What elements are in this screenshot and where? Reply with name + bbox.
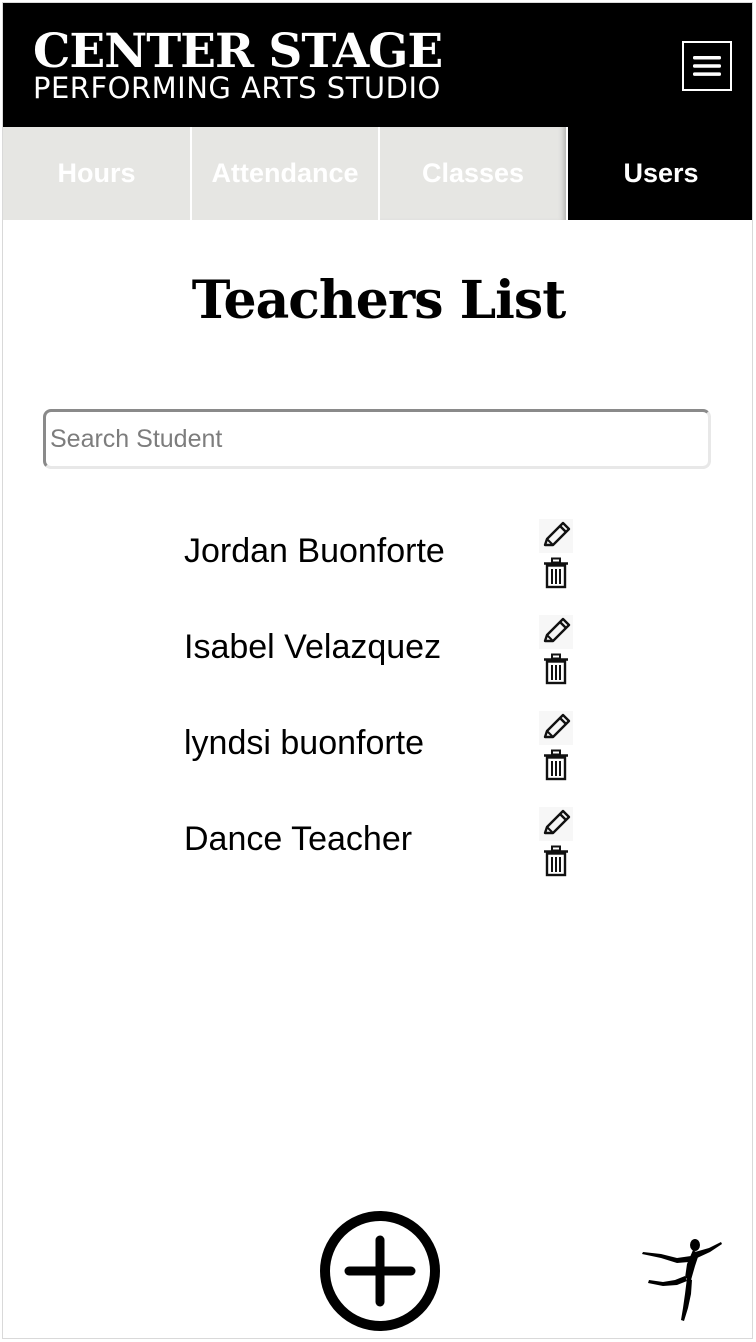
brand-subtitle: PERFORMING ARTS STUDIO — [33, 71, 441, 105]
teacher-name: Dance Teacher — [184, 820, 413, 858]
pencil-icon — [543, 809, 571, 835]
edit-button[interactable] — [539, 615, 573, 649]
teacher-row: Isabel Velazquez — [3, 609, 752, 705]
hamburger-menu-icon — [693, 56, 721, 76]
delete-button[interactable] — [543, 845, 569, 877]
teacher-row: Dance Teacher — [3, 801, 752, 897]
delete-button[interactable] — [543, 557, 569, 589]
nav-tabs: Hours Attendance Classes Users — [3, 127, 752, 220]
edit-button[interactable] — [539, 519, 573, 553]
teacher-name: Isabel Velazquez — [184, 628, 442, 666]
search-input[interactable] — [43, 409, 711, 469]
tab-attendance[interactable]: Attendance — [190, 127, 378, 220]
brand-logo[interactable]: CENTER STAGE PERFORMING ARTS STUDIO — [33, 24, 443, 105]
trash-icon — [544, 653, 568, 685]
trash-icon — [544, 749, 568, 781]
tab-classes[interactable]: Classes — [378, 127, 566, 220]
teacher-name: Jordan Buonforte — [184, 532, 445, 570]
dancer-silhouette-icon — [642, 1239, 722, 1321]
page-title: Teachers List — [191, 270, 566, 331]
pencil-icon — [543, 617, 571, 643]
teacher-row: lyndsi buonforte — [3, 705, 752, 801]
delete-button[interactable] — [543, 653, 569, 685]
teacher-name: lyndsi buonforte — [184, 724, 425, 762]
edit-button[interactable] — [539, 711, 573, 745]
app-header: CENTER STAGE PERFORMING ARTS STUDIO — [3, 3, 752, 127]
add-teacher-button[interactable] — [319, 1210, 441, 1332]
tab-hours[interactable]: Hours — [3, 127, 190, 220]
pencil-icon — [543, 521, 571, 547]
brand-title: CENTER STAGE — [33, 24, 443, 79]
studio-logo — [637, 1236, 725, 1326]
trash-icon — [544, 557, 568, 589]
menu-button[interactable] — [682, 41, 732, 91]
edit-button[interactable] — [539, 807, 573, 841]
trash-icon — [544, 845, 568, 877]
app-screen: CENTER STAGE PERFORMING ARTS STUDIO Hour… — [2, 2, 753, 1339]
pencil-icon — [543, 713, 571, 739]
tab-users[interactable]: Users — [566, 127, 752, 220]
teacher-row: Jordan Buonforte — [3, 513, 752, 609]
plus-circle-icon — [320, 1211, 440, 1331]
delete-button[interactable] — [543, 749, 569, 781]
